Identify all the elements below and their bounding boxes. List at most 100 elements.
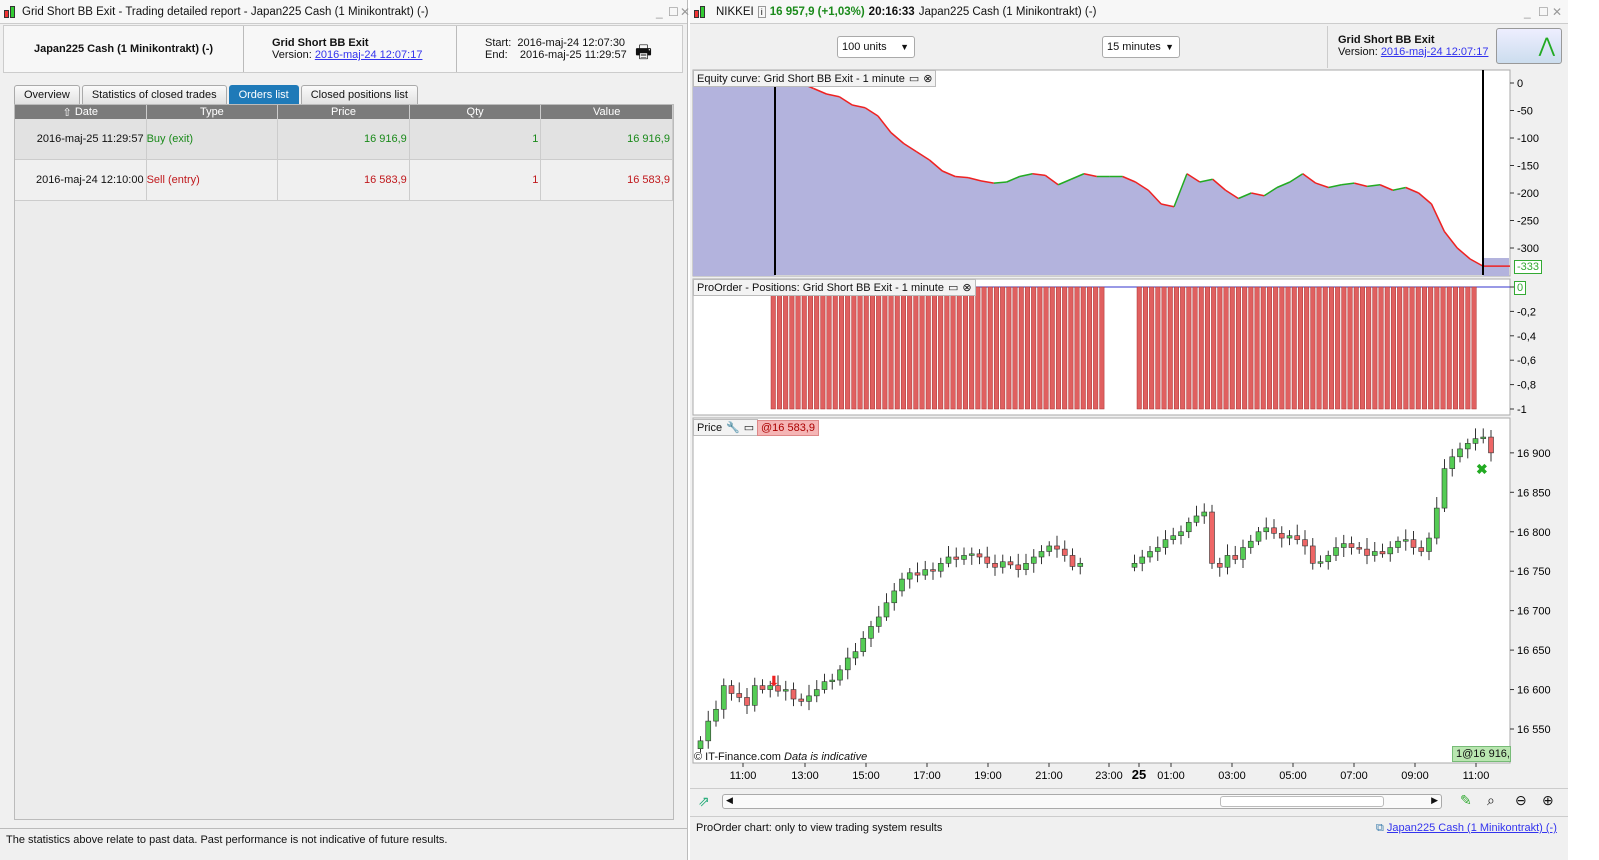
candle [1286, 535, 1293, 539]
position-bar [1347, 286, 1353, 410]
candle [984, 556, 991, 564]
tab-closed-positions[interactable]: Closed positions list [300, 85, 418, 104]
instrument-icon: ⧉ [1376, 822, 1387, 834]
candle [1488, 436, 1494, 454]
position-bar [807, 286, 813, 410]
position-bar [888, 286, 894, 410]
position-bar [907, 286, 913, 410]
column-type[interactable]: Type [147, 105, 279, 119]
divider [690, 816, 1568, 817]
start-label: Start: [485, 37, 512, 49]
position-bar [857, 286, 863, 410]
position-bar [1322, 286, 1328, 410]
window-icon[interactable]: ▭ [744, 421, 754, 434]
status-instrument-link[interactable]: Japan225 Cash (1 Minikontrakt) (-) [1387, 822, 1557, 834]
x-tick-label: 23:00 [1095, 770, 1123, 782]
zoom-out-icon[interactable]: ⊖ [1515, 792, 1527, 809]
positions-panel-label: ProOrder - Positions: Grid Short BB Exit… [693, 279, 976, 296]
end-label: End: [485, 49, 508, 61]
wrench-icon[interactable]: 🔧 [726, 421, 740, 434]
table-row[interactable]: 2016-maj-24 12:10:00 Sell (entry) 16 583… [15, 159, 673, 201]
position-bar [1186, 286, 1192, 410]
candle [1402, 539, 1409, 542]
positions-tick-label: -0,6 [1517, 355, 1536, 367]
candle [1193, 515, 1200, 523]
row-value: 16 583,9 [541, 159, 673, 201]
position-bar [1353, 286, 1359, 410]
status-instrument[interactable]: ⧉ Japan225 Cash (1 Minikontrakt) (-) [1376, 822, 1557, 835]
column-date[interactable]: ⇧ Date [15, 105, 147, 119]
version-link[interactable]: 2016-maj-24 12:07:17 [315, 49, 423, 61]
position-bar [1198, 286, 1204, 410]
row-qty: 1 [410, 159, 542, 201]
position-bar [1093, 286, 1099, 410]
position-bar [1086, 286, 1092, 410]
candle [922, 569, 929, 576]
candle [1309, 545, 1316, 564]
version-link[interactable]: 2016-maj-24 12:07:17 [1381, 46, 1489, 58]
zoom-in-icon[interactable]: ⊕ [1542, 792, 1554, 809]
position-bar [820, 286, 826, 410]
position-bar [1012, 286, 1018, 410]
column-value[interactable]: Value [541, 105, 673, 119]
report-window: Grid Short BB Exit - Trading detailed re… [0, 0, 690, 860]
scroll-left-icon[interactable]: ◀ [726, 795, 733, 806]
column-price[interactable]: Price [278, 105, 410, 119]
draw-tool-icon[interactable]: ✎ [1460, 792, 1472, 809]
info-icon[interactable]: i [757, 5, 766, 18]
tab-orders-list[interactable]: Orders list [228, 85, 299, 104]
quote: 16 957,9 (+1,03%) [769, 5, 865, 18]
zoom-fit-icon[interactable]: ⌕ [1487, 792, 1495, 809]
scroll-right-icon[interactable]: ▶ [1431, 795, 1438, 806]
chart-window: NIKKEI i 16 957,9 (+1,03%) 20:16:33 Japa… [690, 0, 1568, 860]
position-bar [1204, 286, 1210, 410]
timeframe-select[interactable]: 15 minutes ▼ [1102, 36, 1180, 58]
minimize-icon[interactable]: _ [656, 5, 663, 19]
units-select[interactable]: 100 units ▼ [837, 36, 915, 58]
row-price: 16 583,9 [278, 159, 410, 201]
maximize-icon[interactable]: ☐ [668, 5, 679, 19]
price-tick-label: 16 650 [1517, 645, 1551, 657]
position-bar [931, 286, 937, 410]
end-value: 2016-maj-25 11:29:57 [519, 49, 627, 61]
position-bar [1471, 286, 1477, 410]
x-tick-label: 01:00 [1157, 770, 1185, 782]
report-button[interactable]: ⋀ [1496, 28, 1562, 64]
close-circle-icon[interactable]: ⊗ [923, 72, 932, 85]
scrollbar-thumb[interactable] [1220, 796, 1384, 807]
window-icon[interactable]: ▭ [948, 281, 958, 294]
column-qty[interactable]: Qty [410, 105, 542, 119]
window-icon[interactable]: ▭ [909, 72, 919, 85]
positions-tick-label: -0,8 [1517, 380, 1536, 392]
maximize-icon[interactable]: ☐ [1538, 5, 1549, 19]
position-bar [1217, 286, 1223, 410]
position-bar [1031, 286, 1037, 410]
table-row[interactable]: 2016-maj-25 11:29:57 Buy (exit) 16 916,9… [15, 118, 673, 160]
candle [751, 685, 758, 706]
close-icon[interactable]: ✕ [680, 5, 690, 19]
print-icon[interactable]: 🖶 [635, 40, 652, 70]
position-bar [770, 286, 776, 410]
price-tick-label: 16 850 [1517, 487, 1551, 499]
export-chart-icon[interactable]: ⇗ [698, 793, 710, 810]
chart-toolbar: ⇗ ◀ ▶ ✎ ⌕ ⊖ ⊕ [690, 788, 1568, 814]
system-name: Grid Short BB Exit [1338, 34, 1435, 46]
position-bar [1192, 286, 1198, 410]
charts-area[interactable]: 0 -50 -100 -150 -200 -250 -300 0 -0,2 -0,4 -0,6 -0,… [690, 68, 1568, 818]
horizontal-scrollbar[interactable]: ◀ ▶ [722, 794, 1442, 809]
row-price: 16 916,9 [278, 118, 410, 160]
column-date-label: Date [74, 106, 99, 118]
tab-statistics[interactable]: Statistics of closed trades [81, 85, 227, 104]
candle [868, 626, 874, 639]
candle [1302, 539, 1308, 547]
minimize-icon[interactable]: _ [1524, 5, 1531, 19]
equity-tick-label: -200 [1517, 188, 1539, 200]
close-circle-icon[interactable]: ⊗ [962, 281, 971, 294]
close-icon[interactable]: ✕ [1552, 5, 1562, 19]
position-bar [950, 286, 956, 410]
x-tick-label: 03:00 [1218, 770, 1246, 782]
position-bar [783, 286, 789, 410]
tab-overview[interactable]: Overview [14, 85, 80, 104]
price-panel-label: Price 🔧 ▭ [693, 419, 759, 436]
equity-area-pre [693, 70, 775, 276]
